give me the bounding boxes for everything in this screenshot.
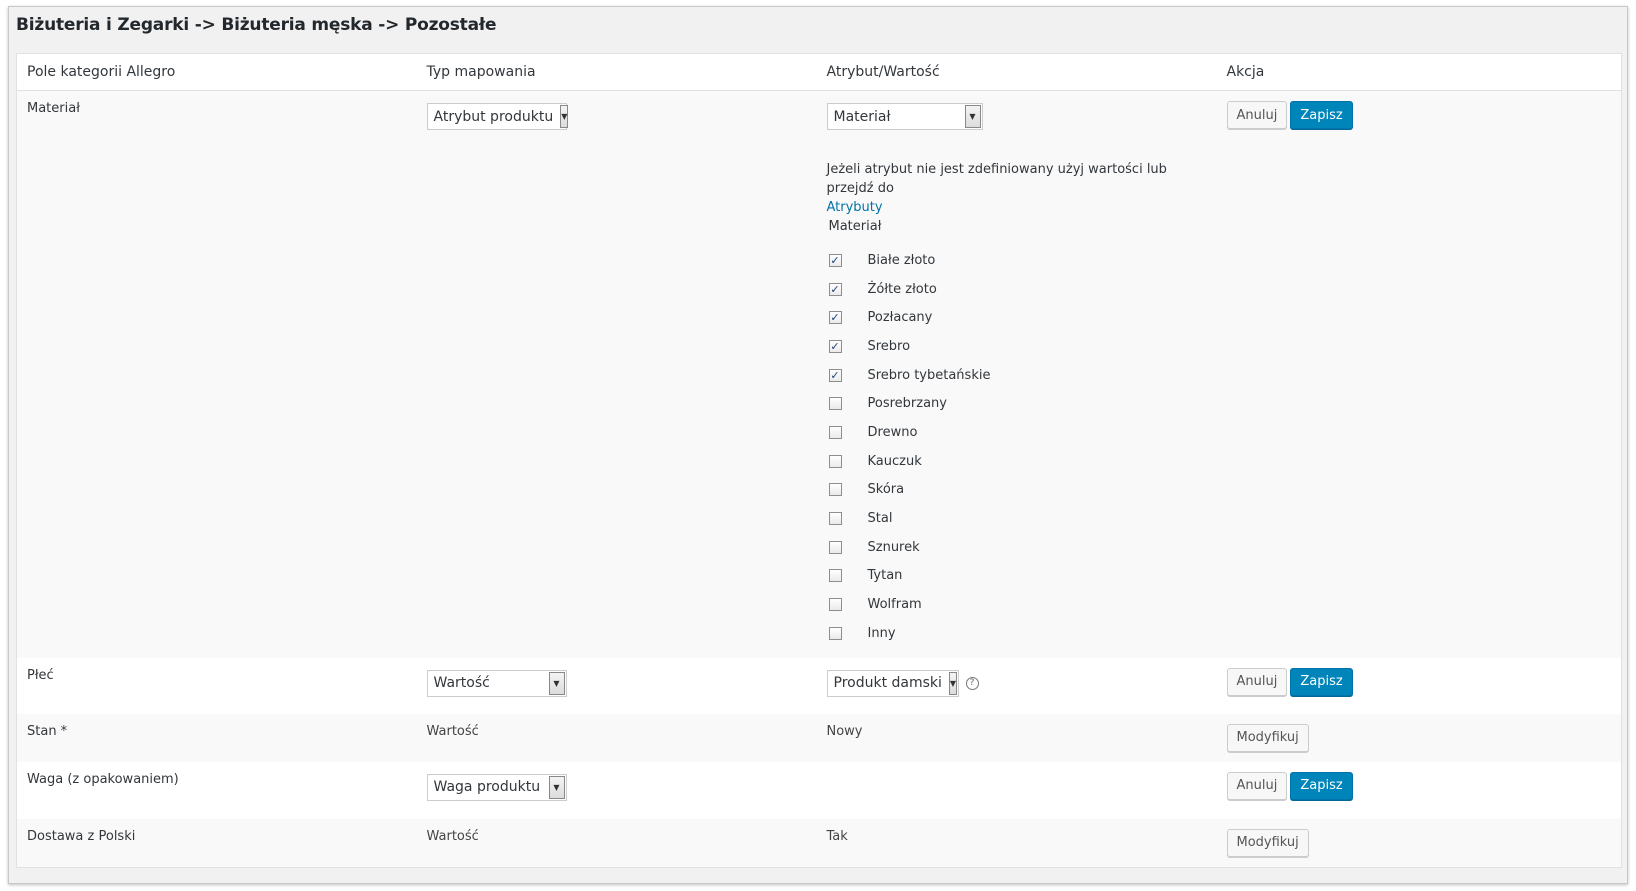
- info-text: Jeżeli atrybut nie jest zdefiniowany uży…: [827, 160, 1207, 236]
- select-value: Materiał: [833, 108, 891, 125]
- option-checkbox[interactable]: [828, 569, 842, 583]
- table-row-shipping: Dostawa z Polski Wartość Tak Modyfikuj: [16, 818, 1622, 868]
- list-item: Posrebrzany: [827, 389, 1207, 418]
- option-checkbox[interactable]: [828, 598, 842, 612]
- info-message: Jeżeli atrybut nie jest zdefiniowany uży…: [826, 162, 1167, 196]
- option-checkbox[interactable]: [828, 512, 842, 526]
- list-item: Kauczuk: [827, 447, 1207, 476]
- table-row-gender: Płeć Wartość ▼ Produkt damski ▼ ? Anuluj…: [17, 658, 1622, 714]
- table-row-material: Materiał Atrybut produktu ▼ Materiał ▼ J…: [16, 90, 1622, 658]
- option-checkbox[interactable]: ✓: [828, 311, 842, 325]
- chevron-down-icon: ▼: [560, 105, 569, 128]
- option-label: Pozłacany: [867, 310, 933, 326]
- option-label: Posrebrzany: [867, 396, 947, 412]
- field-name: Płeć: [27, 667, 54, 683]
- select-value: Waga produktu: [433, 779, 541, 796]
- save-button[interactable]: Zapisz: [1290, 667, 1353, 696]
- attributes-link[interactable]: Atrybuty: [827, 200, 883, 215]
- option-checkbox[interactable]: [828, 540, 842, 554]
- mapping-panel: Biżuteria i Zegarki -> Biżuteria męska -…: [8, 6, 1628, 884]
- chevron-down-icon: ▼: [548, 775, 565, 799]
- list-item: ✓ Żółte złoto: [827, 275, 1207, 304]
- list-item: Sznurek: [827, 533, 1207, 562]
- option-checkbox[interactable]: ✓: [828, 282, 842, 296]
- column-header-action: Akcja: [1216, 53, 1622, 91]
- field-name: Stan *: [16, 713, 417, 762]
- save-button[interactable]: Zapisz: [1290, 771, 1353, 800]
- cancel-button[interactable]: Anuluj: [1226, 771, 1288, 800]
- field-name: Materiał: [16, 90, 417, 658]
- checkmark-icon: ✓: [830, 253, 840, 267]
- save-button[interactable]: Zapisz: [1290, 101, 1353, 129]
- table-header: Pole kategorii Allegro Typ mapowania Atr…: [16, 53, 1622, 91]
- list-item: Wolfram: [827, 590, 1207, 619]
- column-header-field: Pole kategorii Allegro: [16, 53, 417, 91]
- field-name: Dostawa z Polski: [16, 818, 417, 868]
- column-header-attribute-value: Atrybut/Wartość: [816, 53, 1217, 91]
- select-value: Wartość: [433, 675, 490, 692]
- list-item: Tytan: [827, 562, 1207, 591]
- list-item: ✓ Pozłacany: [827, 303, 1207, 332]
- cancel-button[interactable]: Anuluj: [1226, 667, 1288, 696]
- page-title: Biżuteria i Zegarki -> Biżuteria męska -…: [16, 15, 497, 35]
- field-name: Waga (z opakowaniem): [27, 771, 179, 787]
- modify-button[interactable]: Modyfikuj: [1226, 828, 1309, 857]
- option-checkbox[interactable]: ✓: [828, 368, 842, 382]
- option-checkbox[interactable]: [828, 454, 842, 468]
- option-label: Srebro: [867, 338, 911, 354]
- list-item: Inny: [827, 619, 1207, 648]
- material-options-list: ✓ Białe złoto ✓ Żółte złoto ✓ Pozłacany ✓ Srebr…: [827, 246, 1207, 648]
- option-checkbox[interactable]: [828, 397, 842, 411]
- checkmark-icon: ✓: [830, 282, 840, 296]
- checkmark-icon: ✓: [830, 368, 840, 382]
- attribute-select-material[interactable]: Materiał ▼: [826, 103, 983, 130]
- column-header-mapping-type: Typ mapowania: [416, 53, 817, 91]
- mapping-table: Pole kategorii Allegro Typ mapowania Atr…: [16, 53, 1622, 868]
- mapping-type-select-gender[interactable]: Wartość ▼: [426, 669, 567, 697]
- chevron-down-icon: ▼: [548, 671, 565, 695]
- values-label: Materiał: [828, 219, 882, 234]
- option-checkbox[interactable]: ✓: [828, 339, 842, 353]
- option-checkbox[interactable]: [828, 425, 842, 439]
- option-label: Skóra: [867, 482, 905, 498]
- value-text: Tak: [826, 828, 848, 844]
- chevron-down-icon: ▼: [964, 105, 981, 128]
- modify-button[interactable]: Modyfikuj: [1226, 723, 1309, 752]
- option-label: Białe złoto: [867, 252, 936, 268]
- select-value: Atrybut produktu: [433, 108, 554, 125]
- table-row-weight: Waga (z opakowaniem) Waga produktu ▼ Anu…: [17, 762, 1622, 819]
- option-checkbox[interactable]: ✓: [828, 253, 842, 267]
- checkmark-icon: ✓: [830, 339, 840, 353]
- option-label: Srebro tybetańskie: [867, 367, 991, 383]
- mapping-type-text: Wartość: [426, 723, 479, 739]
- mapping-type-text: Wartość: [426, 828, 479, 844]
- option-label: Tytan: [867, 568, 903, 584]
- table-row-condition: Stan * Wartość Nowy Modyfikuj: [16, 713, 1622, 762]
- chevron-down-icon: ▼: [948, 671, 958, 695]
- list-item: ✓ Białe złoto: [827, 246, 1207, 275]
- option-label: Drewno: [867, 424, 918, 440]
- cancel-button[interactable]: Anuluj: [1226, 101, 1288, 129]
- option-checkbox[interactable]: [828, 626, 842, 640]
- list-item: Stal: [827, 504, 1207, 533]
- option-checkbox[interactable]: [828, 483, 842, 497]
- option-label: Żółte złoto: [867, 281, 937, 297]
- list-item: Drewno: [827, 418, 1207, 447]
- option-label: Wolfram: [867, 597, 922, 613]
- list-item: ✓ Srebro tybetańskie: [827, 361, 1207, 390]
- list-item: Skóra: [827, 476, 1207, 505]
- option-label: Sznurek: [867, 539, 920, 555]
- select-value: Produkt damski: [833, 675, 942, 692]
- option-label: Inny: [867, 625, 896, 641]
- mapping-type-select-weight[interactable]: Waga produktu ▼: [426, 773, 567, 801]
- list-item: ✓ Srebro: [827, 332, 1207, 361]
- checkmark-icon: ✓: [830, 311, 840, 325]
- value-select-gender[interactable]: Produkt damski ▼: [826, 669, 959, 697]
- option-label: Stal: [867, 511, 893, 527]
- mapping-type-select-material[interactable]: Atrybut produktu ▼: [426, 103, 569, 130]
- option-label: Kauczuk: [867, 453, 922, 469]
- value-text: Nowy: [826, 723, 863, 739]
- help-icon[interactable]: ?: [965, 676, 979, 690]
